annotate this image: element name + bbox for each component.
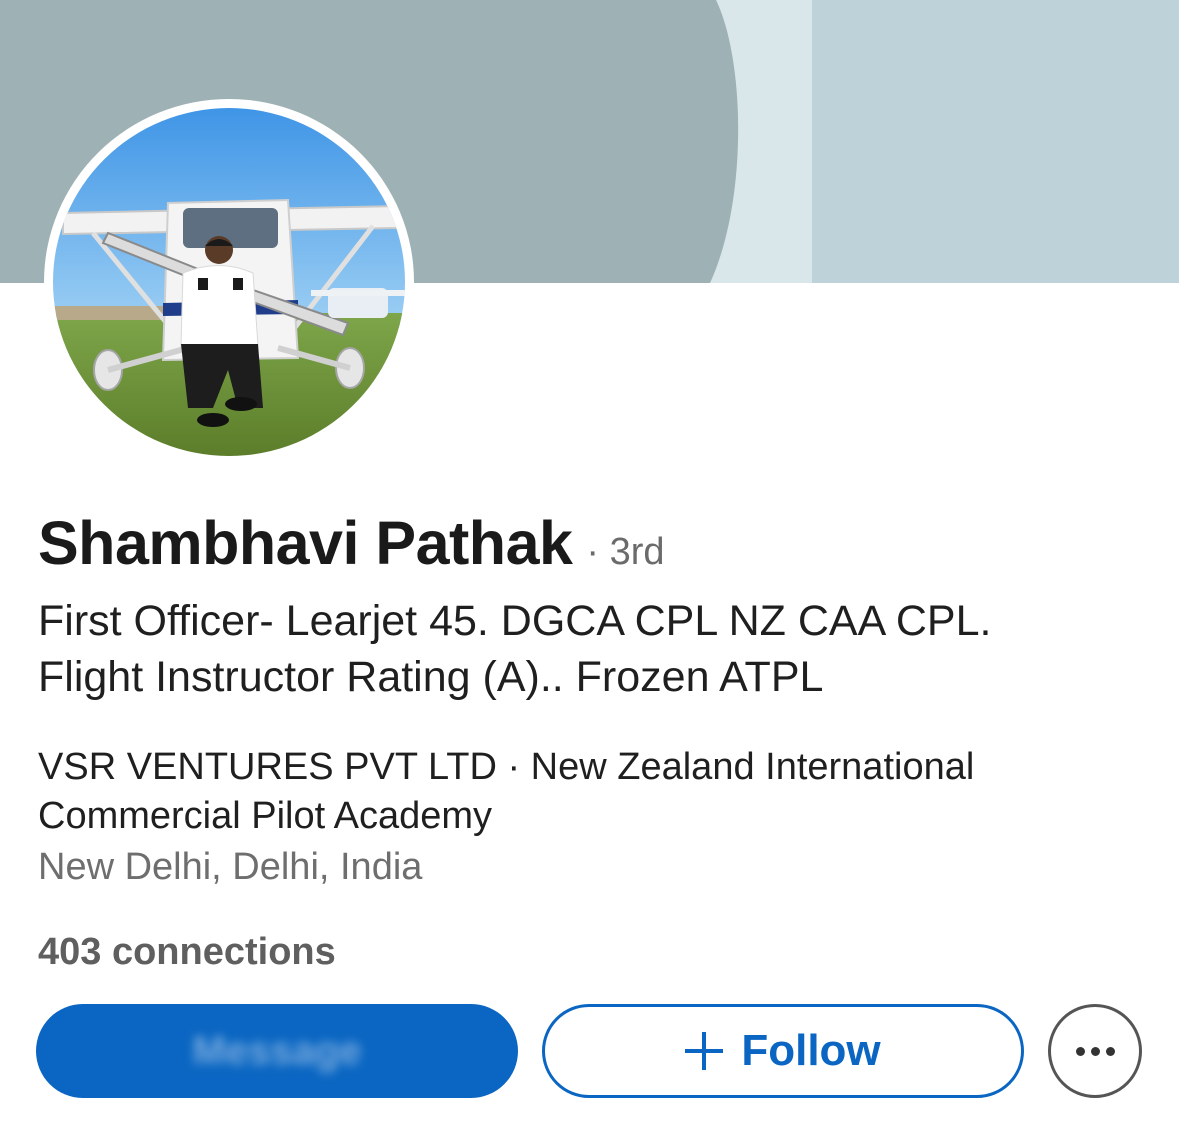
connection-degree: · 3rd	[586, 531, 665, 573]
profile-location: New Delhi, Delhi, India	[38, 846, 423, 888]
profile-page: Shambhavi Pathak · 3rd First Officer- Le…	[0, 0, 1179, 1128]
follow-button-label: Follow	[741, 1026, 881, 1075]
headline-line-1: First Officer- Learjet 45. DGCA CPL NZ C…	[38, 597, 992, 645]
name-row: Shambhavi Pathak · 3rd	[38, 508, 665, 578]
current-positions[interactable]: VSR VENTURES PVT LTD · New Zealand Inter…	[38, 743, 1148, 841]
more-actions-button[interactable]	[1048, 1004, 1142, 1098]
headline-line-2: Flight Instructor Rating (A).. Frozen AT…	[38, 653, 824, 701]
ellipsis-icon	[1075, 1046, 1115, 1056]
message-button-label: Message	[192, 1028, 362, 1073]
profile-headline: First Officer- Learjet 45. DGCA CPL NZ C…	[38, 593, 1148, 705]
pilot-photo-image	[53, 108, 405, 456]
profile-name: Shambhavi Pathak	[38, 509, 573, 577]
profile-photo[interactable]	[44, 99, 414, 465]
connections-count[interactable]: 403 connections	[38, 928, 336, 977]
message-button[interactable]: Message	[36, 1004, 518, 1098]
follow-button[interactable]: Follow	[542, 1004, 1024, 1098]
plus-icon	[685, 1032, 724, 1070]
